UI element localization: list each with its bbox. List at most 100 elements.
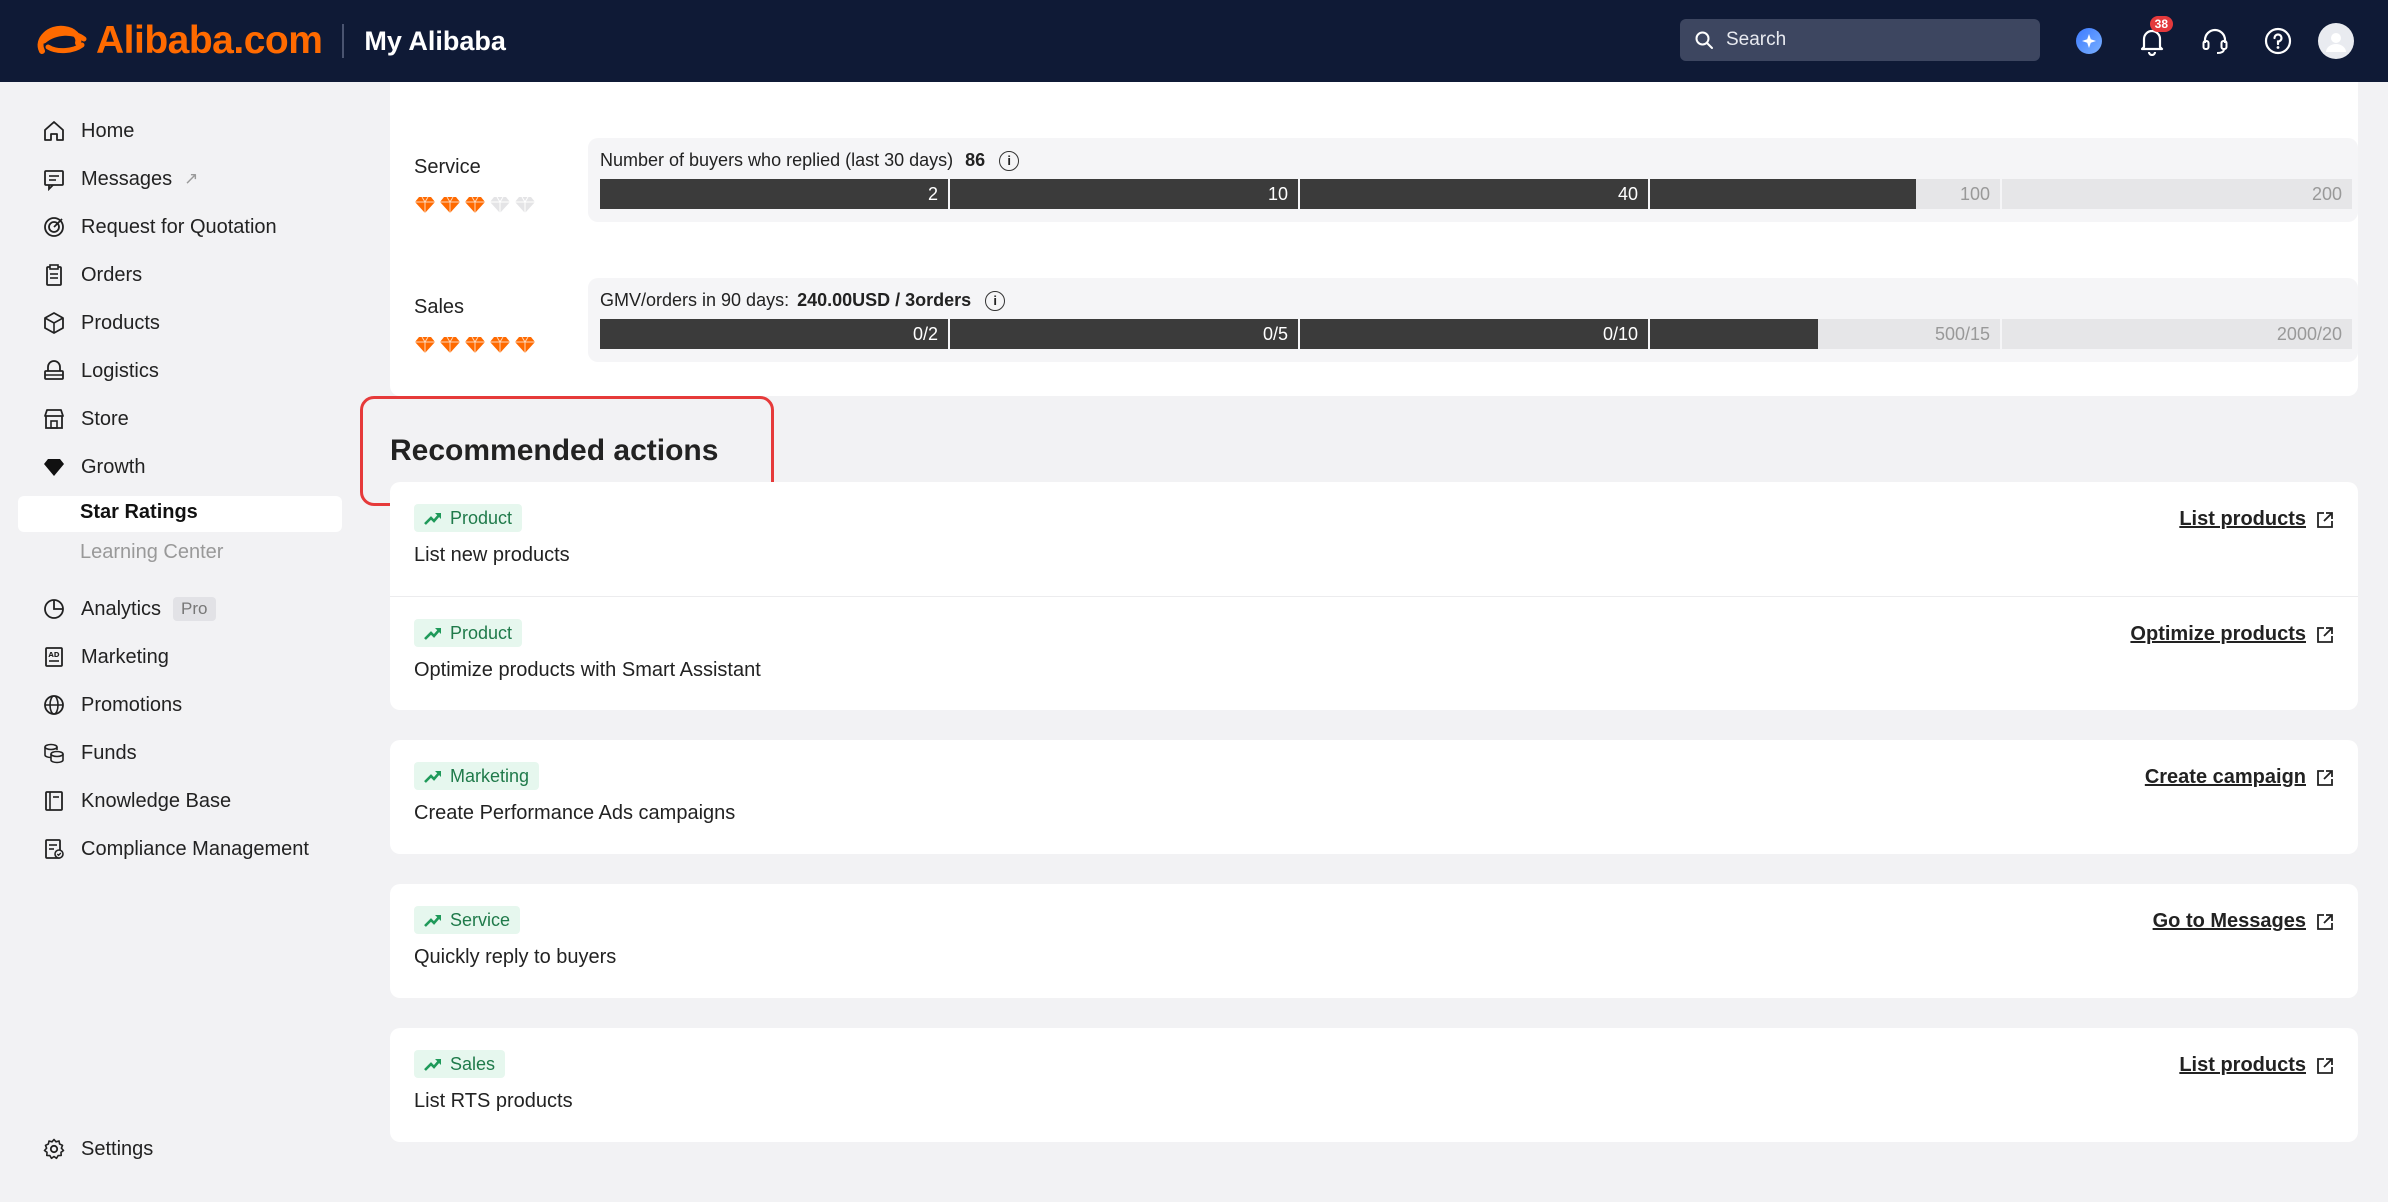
search-box[interactable]: [1680, 19, 2040, 61]
external-link-icon: [2317, 626, 2333, 643]
external-link-icon: [2317, 913, 2333, 930]
sidebar-item-label: Settings: [81, 1137, 154, 1160]
sidebar-item-label: Products: [81, 311, 160, 334]
target-icon: [44, 217, 64, 237]
sidebar-item-store[interactable]: Store: [40, 402, 129, 436]
diamond-filled-icon: [415, 336, 435, 353]
action-card: Marketing Create Performance Ads campaig…: [390, 740, 2358, 854]
diamond-filled-icon: [465, 196, 485, 213]
sidebar-item-home[interactable]: Home: [40, 114, 134, 148]
service-metric-box: Number of buyers who replied (last 30 da…: [588, 138, 2358, 222]
gear-icon: [43, 1138, 65, 1160]
notification-badge: 38: [2149, 16, 2173, 32]
sidebar-item-settings[interactable]: Settings: [40, 1132, 153, 1166]
store-icon: [44, 409, 64, 429]
trend-up-icon: [424, 915, 441, 927]
progress-segment: 0/5: [950, 319, 1298, 349]
top-bar: Alibaba.com My Alibaba 38: [0, 0, 2388, 82]
sidebar-sub-learning-center[interactable]: Learning Center: [80, 541, 223, 564]
diamond-filled-icon: [515, 336, 535, 353]
ai-assistant-button[interactable]: [2066, 18, 2112, 64]
sales-label: Sales: [414, 296, 465, 318]
action-tag: Product: [414, 619, 523, 647]
sidebar-item-products[interactable]: Products: [40, 306, 160, 340]
sidebar-item-analytics[interactable]: Analytics Pro: [40, 592, 216, 626]
sidebar-item-label: Analytics: [81, 597, 162, 620]
main-content: Service Number of buyers who replied (la…: [360, 82, 2388, 1202]
svg-text:AD: AD: [48, 651, 59, 659]
action-row: Product Optimize products with Smart Ass…: [390, 596, 2358, 710]
logo-text: Alibaba.com: [96, 19, 323, 62]
sidebar-item-promotions[interactable]: Promotions: [40, 688, 182, 722]
threshold-label: 200: [2311, 183, 2342, 204]
sidebar: Home Messages ↗ Request for Quotation Or…: [0, 82, 360, 1202]
progress-segment: 0/10: [1300, 319, 1648, 349]
trend-up-icon: [424, 628, 441, 640]
threshold-label: 0/10: [1602, 323, 1638, 344]
action-card: Product List new products List products …: [390, 482, 2358, 710]
external-arrow-icon: ↗: [184, 169, 199, 188]
clipboard-icon: [46, 264, 62, 286]
service-metric-title: Number of buyers who replied (last 30 da…: [600, 150, 1020, 171]
list-products-link[interactable]: List products: [2179, 508, 2334, 531]
sidebar-item-rfq[interactable]: Request for Quotation: [40, 210, 277, 244]
page-title[interactable]: My Alibaba: [364, 26, 506, 57]
sidebar-item-logistics[interactable]: Logistics: [40, 354, 159, 388]
diamond-filled-icon: [490, 336, 510, 353]
sales-progress-bar: 0/2 0/5 0/10 500/15 2000/20: [600, 319, 2352, 349]
sidebar-item-growth[interactable]: Growth: [40, 450, 145, 484]
go-to-messages-link[interactable]: Go to Messages: [2153, 910, 2334, 933]
sidebar-item-funds[interactable]: Funds: [40, 736, 137, 770]
create-campaign-link[interactable]: Create campaign: [2145, 766, 2334, 789]
book-icon: [45, 791, 63, 811]
home-icon: [44, 121, 64, 141]
sidebar-item-marketing[interactable]: AD Marketing: [40, 640, 169, 674]
threshold-label: 2: [927, 183, 938, 204]
star-ratings-card: Service Number of buyers who replied (la…: [390, 82, 2358, 396]
action-card: Sales List RTS products List products: [390, 1028, 2358, 1142]
sales-metric-value: 240.00USD / 3orders: [797, 290, 972, 310]
threshold-label: 100: [1959, 183, 1990, 204]
support-button[interactable]: [2192, 18, 2238, 64]
action-description: List new products: [414, 544, 570, 566]
action-description: Optimize products with Smart Assistant: [414, 659, 761, 681]
diamond-icon: [44, 459, 64, 476]
info-icon[interactable]: i: [999, 150, 1020, 171]
alibaba-logo[interactable]: Alibaba.com: [34, 19, 323, 63]
sales-metric-title: GMV/orders in 90 days: 240.00USD / 3orde…: [600, 290, 1006, 311]
action-tag: Marketing: [414, 762, 540, 790]
action-description: Create Performance Ads campaigns: [414, 802, 736, 824]
sidebar-item-label: Funds: [81, 741, 137, 764]
sidebar-item-label: Logistics: [81, 359, 159, 382]
user-icon: [2326, 33, 2346, 52]
alibaba-logo-icon: [34, 21, 90, 61]
sidebar-sub-star-ratings[interactable]: Star Ratings: [80, 501, 198, 524]
service-metric-value: 86: [965, 150, 986, 170]
avatar[interactable]: [2318, 23, 2354, 59]
sales-metric-label: GMV/orders in 90 days:: [600, 290, 790, 310]
sales-diamonds: [414, 336, 539, 354]
sidebar-item-knowledge-base[interactable]: Knowledge Base: [40, 784, 231, 818]
help-button[interactable]: [2255, 18, 2301, 64]
message-icon: [44, 170, 64, 191]
headset-icon: [2202, 28, 2228, 54]
sidebar-item-messages[interactable]: Messages ↗: [40, 162, 198, 196]
action-tag: Product: [414, 504, 523, 532]
diamond-filled-icon: [465, 336, 485, 353]
search-icon: [1695, 31, 1713, 49]
truck-icon: [44, 360, 64, 380]
list-rts-products-link[interactable]: List products: [2179, 1054, 2334, 1077]
optimize-products-link[interactable]: Optimize products: [2130, 623, 2334, 646]
notifications-button[interactable]: 38: [2129, 16, 2175, 64]
ad-icon: AD: [45, 647, 63, 667]
search-input[interactable]: [1726, 29, 2026, 51]
service-diamonds: [414, 196, 539, 214]
sidebar-item-compliance[interactable]: Compliance Management: [40, 832, 309, 866]
globe-icon: [44, 695, 64, 715]
info-icon[interactable]: i: [985, 290, 1006, 311]
progress-fill: [1650, 179, 1916, 209]
sidebar-item-orders[interactable]: Orders: [40, 258, 142, 292]
progress-segment: 10: [950, 179, 1298, 209]
action-row: Marketing Create Performance Ads campaig…: [390, 740, 2358, 854]
trend-up-icon: [424, 513, 441, 525]
